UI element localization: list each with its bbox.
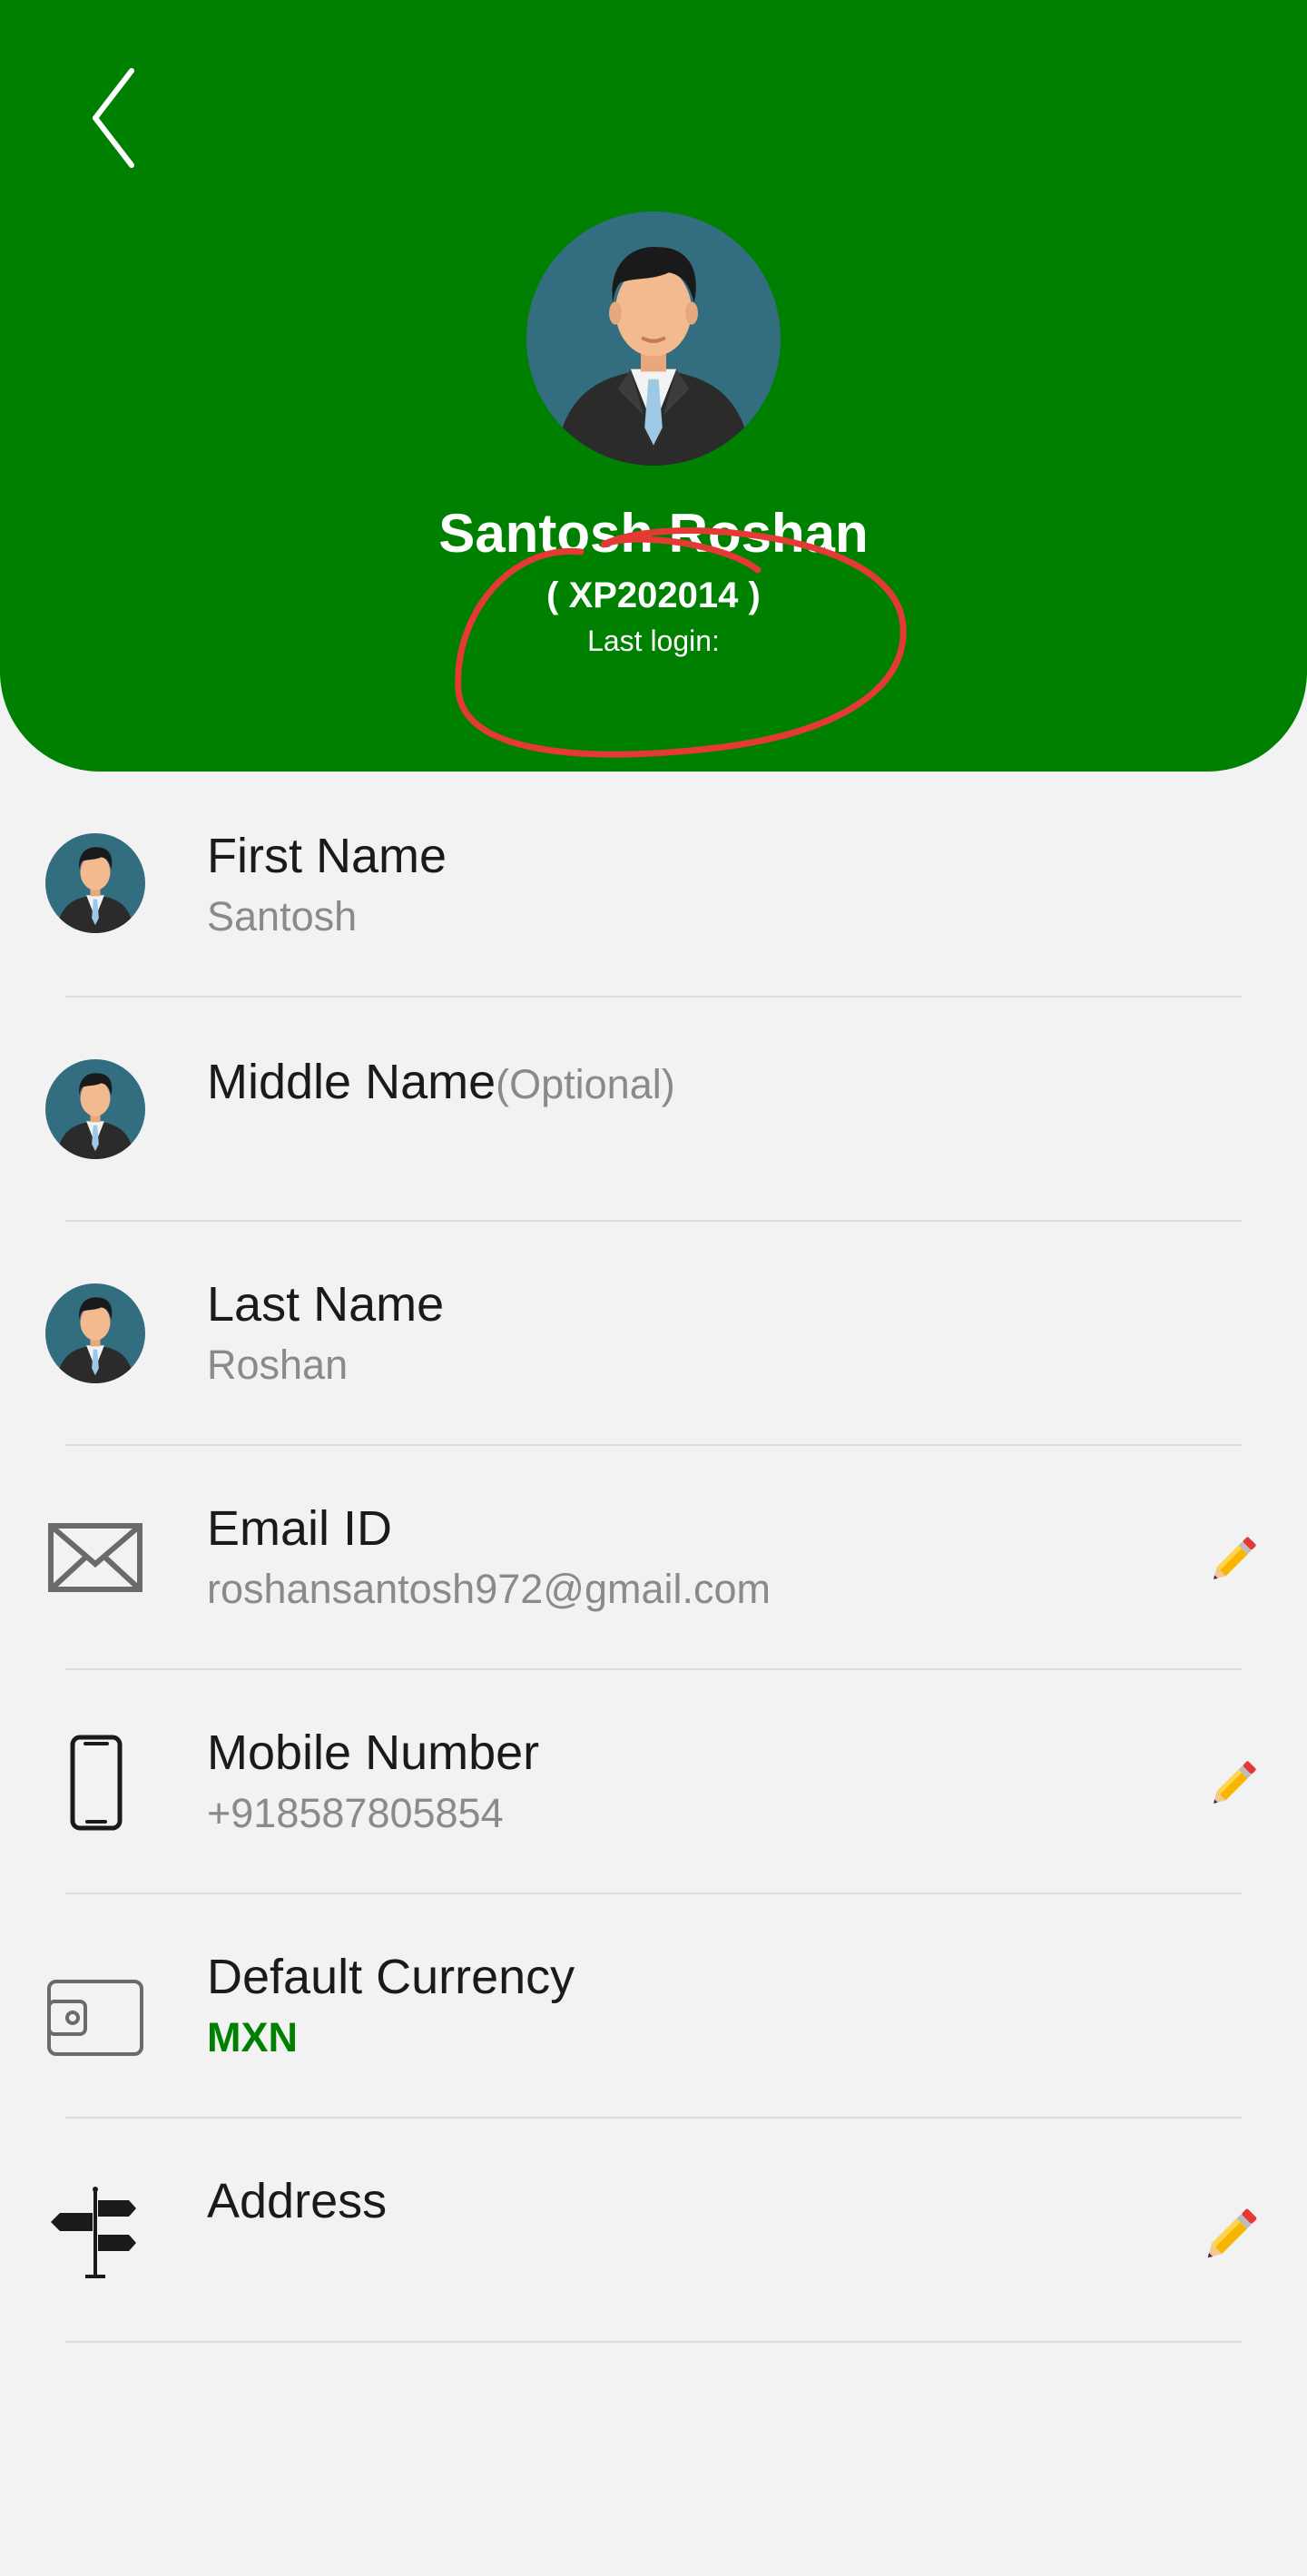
person-avatar-icon [526,211,781,466]
profile-header: Santosh Roshan ( XP202014 ) Last login: [0,0,1307,772]
person-avatar-icon [45,1283,145,1383]
pencil-icon [1214,1537,1256,1579]
email-value: roshansantosh972@gmail.com [207,1566,771,1612]
edit-email-button[interactable] [1204,1529,1263,1589]
mobile-row[interactable]: Mobile Number +918587805854 [0,1668,1307,1894]
chevron-left-icon [93,68,134,168]
pencil-icon [1207,2208,1257,2258]
first-name-value: Santosh [207,893,358,939]
address-row[interactable]: Address [0,2117,1307,2343]
optional-hint: (Optional) [496,1061,675,1107]
user-id: ( XP202014 ) [546,575,761,615]
pencil-icon [1214,1761,1256,1804]
edit-mobile-button[interactable] [1204,1754,1263,1814]
mobile-value: +918587805854 [207,1790,504,1836]
person-avatar-icon [45,1059,145,1159]
mobile-label: Mobile Number [207,1726,540,1780]
last-name-value: Roshan [207,1342,349,1388]
phone-icon [45,1734,145,1834]
address-label: Address [207,2174,388,2228]
middle-name-row[interactable]: Middle Name(Optional) [0,996,1307,1222]
middle-name-label: Middle Name(Optional) [207,1052,675,1115]
divider [65,2341,1242,2343]
middle-name-label-text: Middle Name [207,1055,496,1109]
envelope-icon [45,1508,145,1608]
email-label: Email ID [207,1501,393,1556]
first-name-row[interactable]: First Name Santosh [0,772,1307,998]
person-avatar-icon [45,833,145,933]
back-button[interactable] [73,54,154,182]
currency-row[interactable]: Default Currency MXN [0,1893,1307,2119]
first-name-label: First Name [207,829,447,883]
wallet-icon [45,1965,145,2065]
email-row[interactable]: Email ID roshansantosh972@gmail.com [0,1444,1307,1670]
currency-value: MXN [207,2014,298,2060]
last-name-label: Last Name [207,1277,445,1332]
edit-address-button[interactable] [1196,2200,1265,2269]
currency-label: Default Currency [207,1950,575,2004]
last-login-label: Last login: [587,624,720,657]
profile-name: Santosh Roshan [438,503,869,564]
last-name-row[interactable]: Last Name Roshan [0,1220,1307,1446]
profile-avatar[interactable] [526,211,781,466]
signpost-icon [45,2182,145,2282]
